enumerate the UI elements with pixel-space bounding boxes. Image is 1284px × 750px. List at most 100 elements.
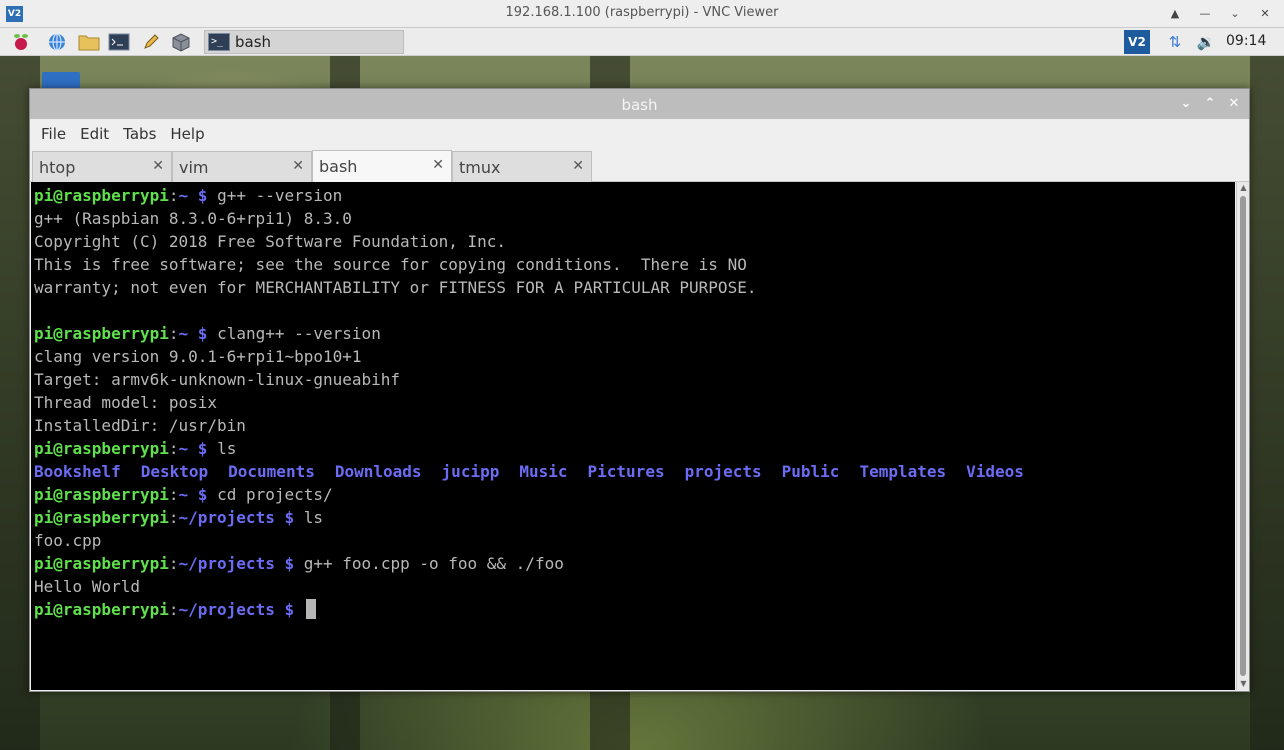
terminal-line: pi@raspberrypi:~ $ ls (34, 437, 1235, 460)
directory-entry: Music (519, 462, 568, 481)
prompt-user: pi@raspberrypi (34, 186, 169, 205)
clock[interactable]: 09:14 (1226, 33, 1266, 49)
terminal-line: pi@raspberrypi:~/projects $ ls (34, 506, 1235, 529)
prompt-separator: : (168, 324, 179, 343)
output-text: g++ (Raspbian 8.3.0-6+rpi1) 8.3.0 (34, 209, 352, 228)
command-text: ls (303, 508, 324, 527)
scroll-down-icon[interactable]: ▼ (1237, 678, 1250, 690)
minimize-button[interactable]: ⌄ (1177, 95, 1195, 113)
prompt-separator: : (168, 186, 179, 205)
directory-entry: Bookshelf (34, 462, 121, 481)
terminal-output[interactable]: pi@raspberrypi:~ $ g++ --version g++ (Ras… (31, 182, 1235, 690)
window-title-bar[interactable]: bash ⌄ ⌃ ✕ (30, 89, 1249, 119)
terminal-icon[interactable] (106, 30, 132, 54)
terminal-line: clang version 9.0.1-6+rpi1~bpo10+1 (34, 345, 1235, 368)
prompt-user: pi@raspberrypi (34, 324, 169, 343)
output-text: clang version 9.0.1-6+rpi1~bpo10+1 (34, 347, 362, 366)
prompt-symbol: $ (284, 554, 295, 573)
vnc-tray-icon[interactable]: V2 (1124, 30, 1150, 54)
raspberry-menu-icon[interactable] (8, 30, 34, 54)
directory-entry: Videos (966, 462, 1024, 481)
terminal-line: Target: armv6k-unknown-linux-gnueabihf (34, 368, 1235, 391)
command-text: cd projects/ (217, 485, 333, 504)
prompt-separator: : (168, 439, 179, 458)
output-text: This is free software; see the source fo… (34, 255, 747, 274)
network-icon[interactable]: ⇅ (1162, 31, 1188, 53)
output-text: Target: armv6k-unknown-linux-gnueabihf (34, 370, 401, 389)
tab-tmux[interactable]: tmux ✕ (452, 151, 592, 182)
tab-bash[interactable]: bash ✕ (312, 150, 452, 182)
close-icon[interactable]: ✕ (152, 158, 164, 174)
tab-label: tmux (459, 158, 501, 177)
tab-label: htop (39, 158, 76, 177)
vnc-maximize-button[interactable]: ⌄ (1228, 6, 1242, 22)
scrollbar-thumb[interactable] (1240, 196, 1246, 676)
close-icon[interactable]: ✕ (432, 157, 444, 173)
package-icon[interactable] (168, 30, 194, 54)
directory-entry: Pictures (587, 462, 665, 481)
prompt-separator: : (168, 554, 179, 573)
vnc-title-bar: V2 192.168.1.100 (raspberrypi) - VNC Vie… (0, 0, 1284, 28)
tab-label: bash (319, 157, 358, 176)
vnc-close-button[interactable]: ✕ (1258, 6, 1272, 22)
prompt-path: ~ (178, 324, 189, 343)
directory-entry: Documents (228, 462, 315, 481)
prompt-separator: : (168, 508, 179, 527)
taskbar-bash-button[interactable]: >_ bash (204, 30, 404, 54)
terminal-line: Bookshelf Desktop Documents Downloads jucipp… (34, 460, 1235, 483)
prompt-user: pi@raspberrypi (34, 439, 169, 458)
terminal-line: Hello World (34, 575, 1235, 598)
prompt-symbol: $ (197, 324, 208, 343)
terminal-line: Copyright (C) 2018 Free Software Foundat… (34, 230, 1235, 253)
close-icon[interactable]: ✕ (572, 158, 584, 174)
menu-file[interactable]: File (34, 125, 73, 143)
command-text: g++ --version (217, 186, 343, 205)
menu-tabs[interactable]: Tabs (116, 125, 163, 143)
command-text: ls (217, 439, 237, 458)
tab-vim[interactable]: vim ✕ (172, 151, 312, 182)
prompt-symbol: $ (284, 508, 295, 527)
output-text: foo.cpp (34, 531, 102, 550)
prompt-path: ~ (178, 439, 189, 458)
terminal-scrollbar[interactable]: ▲ ▼ (1236, 182, 1249, 690)
prompt-path: ~ (178, 186, 189, 205)
close-icon[interactable]: ✕ (292, 158, 304, 174)
prompt-path: ~ (178, 485, 189, 504)
menu-help[interactable]: Help (163, 125, 211, 143)
prompt-user: pi@raspberrypi (34, 508, 169, 527)
terminal-icon: >_ (208, 33, 230, 51)
prompt-separator: : (168, 485, 179, 504)
vnc-minimize-button[interactable]: — (1198, 6, 1212, 22)
volume-icon[interactable]: 🔉 (1194, 31, 1218, 53)
output-text: Hello World (34, 577, 140, 596)
terminal-line: pi@raspberrypi:~ $ clang++ --version (34, 322, 1235, 345)
web-browser-icon[interactable] (44, 30, 70, 54)
prompt-path: ~/projects (178, 554, 275, 573)
file-manager-icon[interactable] (76, 30, 102, 54)
text-editor-icon[interactable] (138, 30, 164, 54)
vnc-toolbar-toggle-icon[interactable]: ▲ (1168, 6, 1182, 22)
tab-htop[interactable]: htop ✕ (32, 151, 172, 182)
prompt-user: pi@raspberrypi (34, 554, 169, 573)
scroll-up-icon[interactable]: ▲ (1237, 182, 1250, 194)
directory-entry: projects (684, 462, 762, 481)
terminal-line: pi@raspberrypi:~/projects $ g++ foo.cpp … (34, 552, 1235, 575)
menu-bar: File Edit Tabs Help (30, 119, 1249, 149)
text-cursor (305, 599, 316, 619)
terminal-window: bash ⌄ ⌃ ✕ File Edit Tabs Help htop ✕ vi… (29, 88, 1250, 692)
prompt-path: ~/projects (178, 600, 275, 619)
directory-entry: Templates (859, 462, 947, 481)
directory-entry: Public (781, 462, 840, 481)
terminal-line: pi@raspberrypi:~/projects $ (34, 598, 1235, 621)
prompt-user: pi@raspberrypi (34, 600, 169, 619)
prompt-user: pi@raspberrypi (34, 485, 169, 504)
close-button[interactable]: ✕ (1225, 95, 1243, 113)
maximize-button[interactable]: ⌃ (1201, 95, 1219, 113)
command-text: clang++ --version (217, 324, 381, 343)
directory-entry: jucipp (441, 462, 500, 481)
output-text: Copyright (C) 2018 Free Software Foundat… (34, 232, 507, 251)
tab-label: vim (179, 158, 209, 177)
terminal-line: pi@raspberrypi:~ $ g++ --version (34, 184, 1235, 207)
menu-edit[interactable]: Edit (73, 125, 116, 143)
